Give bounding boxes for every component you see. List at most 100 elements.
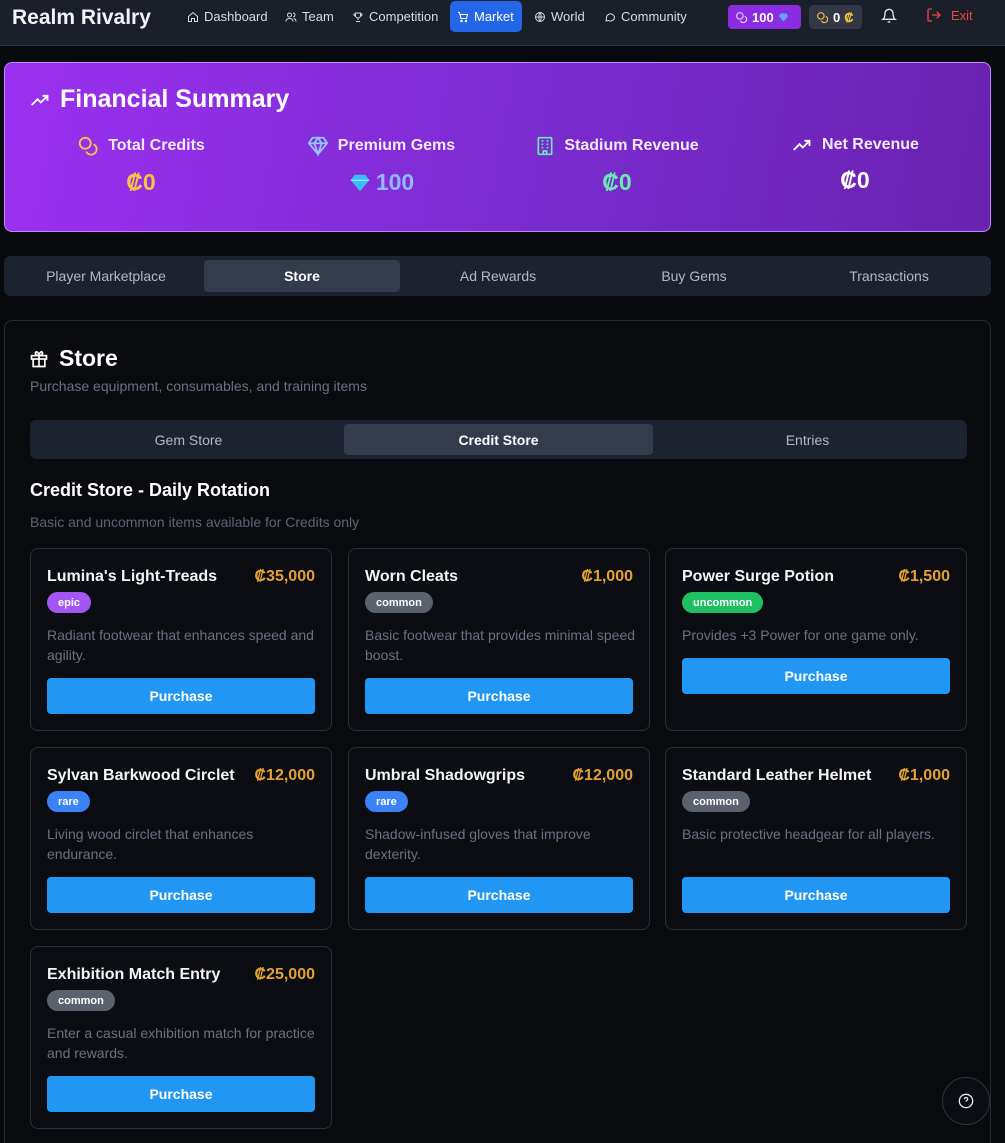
diamond-icon bbox=[307, 136, 329, 157]
logout-icon bbox=[927, 8, 941, 22]
subtab-gem-store[interactable]: Gem Store bbox=[34, 424, 343, 455]
nav-label: Dashboard bbox=[204, 9, 268, 24]
item-name: Exhibition Match Entry bbox=[47, 966, 221, 983]
notifications-button[interactable] bbox=[880, 8, 898, 29]
stat-value: ₡0 bbox=[840, 167, 870, 193]
item-name: Umbral Shadowgrips bbox=[365, 767, 526, 784]
item-price: ₡12,000 bbox=[254, 767, 316, 784]
tab-buy-gems[interactable]: Buy Gems bbox=[596, 260, 792, 292]
rarity-badge: common bbox=[47, 990, 115, 1011]
gems-count: 100 bbox=[752, 9, 774, 25]
item-price: ₡1,000 bbox=[581, 568, 633, 585]
nav-label: Competition bbox=[369, 9, 439, 24]
rarity-badge: epic bbox=[47, 592, 92, 613]
trending-up-icon bbox=[793, 139, 811, 151]
gem-icon bbox=[350, 174, 369, 191]
nav-community[interactable]: Community bbox=[597, 1, 694, 32]
section-title: Credit Store - Daily Rotation bbox=[30, 480, 271, 500]
credits-count: 0 bbox=[833, 9, 841, 25]
nav-label: Community bbox=[621, 9, 687, 24]
store-item-card: Standard Leather Helmet ₡1,000 common Ba… bbox=[665, 747, 967, 930]
purchase-button[interactable]: Purchase bbox=[365, 678, 633, 714]
stat-premium-gems: Premium Gems 100 bbox=[261, 135, 501, 196]
store-subtabs: Gem Store Credit Store Entries bbox=[30, 420, 967, 459]
nav-dashboard[interactable]: Dashboard bbox=[180, 1, 275, 32]
item-description: Basic protective headgear for all player… bbox=[682, 826, 935, 842]
stat-label: Total Credits bbox=[108, 137, 205, 154]
gems-balance-pill[interactable]: 100 bbox=[728, 5, 801, 29]
nav-label: World bbox=[551, 9, 585, 24]
stat-value: ₡0 bbox=[602, 169, 632, 195]
purchase-button[interactable]: Purchase bbox=[47, 1076, 315, 1112]
purchase-button[interactable]: Purchase bbox=[47, 678, 315, 714]
purchase-button[interactable]: Purchase bbox=[682, 658, 950, 694]
stat-label: Stadium Revenue bbox=[564, 137, 699, 154]
help-button[interactable] bbox=[942, 1077, 990, 1125]
credit-symbol: ₡ bbox=[844, 9, 854, 25]
brand-logo[interactable]: Realm Rivalry bbox=[12, 6, 151, 30]
rarity-badge: common bbox=[365, 592, 433, 613]
trending-up-icon bbox=[31, 94, 49, 106]
help-icon bbox=[958, 1093, 974, 1109]
store-item-card: Umbral Shadowgrips ₡12,000 rare Shadow-i… bbox=[348, 747, 650, 930]
rarity-badge: rare bbox=[365, 791, 408, 812]
nav-competition[interactable]: Competition bbox=[345, 1, 445, 32]
cart-icon bbox=[458, 11, 469, 22]
item-price: ₡1,000 bbox=[898, 767, 950, 784]
exit-button[interactable]: Exit bbox=[926, 7, 973, 23]
globe-icon bbox=[535, 11, 545, 22]
coins-icon bbox=[79, 136, 98, 156]
item-price: ₡25,000 bbox=[254, 966, 316, 983]
financial-summary-card: Financial Summary Total Credits ₡0 Premi… bbox=[4, 62, 991, 232]
nav-label: Team bbox=[302, 9, 334, 24]
gem-icon bbox=[778, 12, 788, 22]
tab-ad-rewards[interactable]: Ad Rewards bbox=[400, 260, 596, 292]
nav-team[interactable]: Team bbox=[278, 1, 341, 32]
item-name: Worn Cleats bbox=[365, 568, 459, 585]
home-icon bbox=[188, 11, 198, 22]
nav-label: Market bbox=[474, 9, 514, 24]
rarity-badge: rare bbox=[47, 791, 90, 812]
stat-total-credits: Total Credits ₡0 bbox=[21, 135, 261, 196]
section-subtitle: Basic and uncommon items available for C… bbox=[30, 514, 360, 530]
tab-store[interactable]: Store bbox=[204, 260, 400, 292]
stat-stadium-revenue: Stadium Revenue ₡0 bbox=[497, 135, 737, 196]
item-name: Standard Leather Helmet bbox=[682, 767, 872, 784]
rarity-badge: common bbox=[682, 791, 750, 812]
store-item-card: Worn Cleats ₡1,000 common Basic footwear… bbox=[348, 548, 650, 731]
item-description: Shadow-infused gloves that improve dexte… bbox=[365, 826, 591, 862]
credits-balance-pill[interactable]: 0 ₡ bbox=[809, 5, 862, 29]
financial-summary-title: Financial Summary bbox=[30, 85, 289, 114]
stat-value: ₡0 bbox=[126, 169, 156, 195]
store-title: Store bbox=[29, 345, 118, 372]
store-item-card: Exhibition Match Entry ₡25,000 common En… bbox=[30, 946, 332, 1129]
nav-market[interactable]: Market bbox=[450, 1, 522, 32]
store-subtitle: Purchase equipment, consumables, and tra… bbox=[30, 378, 367, 394]
store-item-card: Sylvan Barkwood Circlet ₡12,000 rare Liv… bbox=[30, 747, 332, 930]
bell-icon bbox=[880, 8, 898, 23]
store-panel: Store Purchase equipment, consumables, a… bbox=[4, 320, 991, 1143]
purchase-button[interactable]: Purchase bbox=[365, 877, 633, 913]
trophy-icon bbox=[353, 12, 363, 22]
tab-player-marketplace[interactable]: Player Marketplace bbox=[8, 260, 204, 292]
top-nav: Realm Rivalry Dashboard Team Competition… bbox=[0, 0, 1005, 46]
chat-icon bbox=[605, 12, 616, 22]
users-icon bbox=[285, 12, 297, 22]
purchase-button[interactable]: Purchase bbox=[47, 877, 315, 913]
item-description: Living wood circlet that enhances endura… bbox=[47, 826, 254, 862]
tab-transactions[interactable]: Transactions bbox=[791, 260, 987, 292]
item-price: ₡35,000 bbox=[254, 568, 316, 585]
item-name: Power Surge Potion bbox=[682, 568, 835, 585]
nav-world[interactable]: World bbox=[527, 1, 592, 32]
coins-icon bbox=[817, 11, 829, 23]
subtab-entries[interactable]: Entries bbox=[653, 424, 962, 455]
purchase-button[interactable]: Purchase bbox=[682, 877, 950, 913]
item-name: Lumina's Light-Treads bbox=[47, 568, 218, 585]
item-description: Enter a casual exhibition match for prac… bbox=[47, 1025, 315, 1061]
coins-icon bbox=[736, 11, 748, 23]
subtab-credit-store[interactable]: Credit Store bbox=[344, 424, 653, 455]
item-price: ₡1,500 bbox=[898, 568, 950, 585]
stat-label: Net Revenue bbox=[822, 136, 919, 153]
stat-net-revenue: Net Revenue ₡0 bbox=[735, 135, 975, 194]
store-item-card: Lumina's Light-Treads ₡35,000 epic Radia… bbox=[30, 548, 332, 731]
